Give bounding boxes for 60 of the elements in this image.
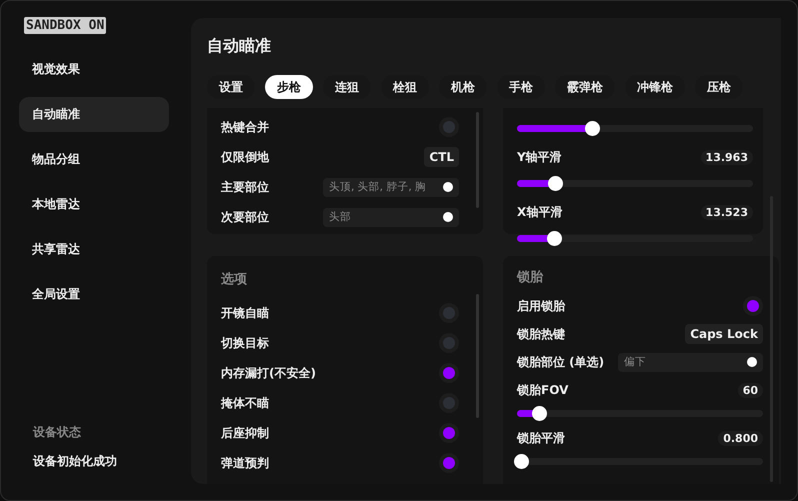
- slider-thumb[interactable]: [585, 121, 600, 136]
- toggle[interactable]: [439, 453, 459, 473]
- option-label: 锁胎FOV: [517, 382, 568, 398]
- option-label: 主要部位: [221, 178, 269, 196]
- tab[interactable]: 霰弹枪: [555, 75, 615, 99]
- toggle[interactable]: [439, 117, 459, 137]
- value-badge: 13.523: [700, 204, 753, 220]
- sidebar-item[interactable]: 自动瞄准: [19, 97, 169, 132]
- sidebar-item[interactable]: 视觉效果: [19, 52, 169, 87]
- option-label: 弹道预判: [221, 454, 269, 472]
- select-field[interactable]: 头部: [323, 208, 459, 226]
- option-label: X轴平滑: [517, 204, 562, 220]
- value-badge: 13.963: [700, 150, 753, 164]
- option-label: 启用锁胎: [517, 298, 565, 314]
- toggle[interactable]: [439, 393, 459, 413]
- panel-title: 选项: [221, 271, 248, 288]
- value-badge: 60: [738, 382, 763, 398]
- status-title: 设备状态: [33, 424, 82, 441]
- panel-title: 锁胎: [517, 269, 544, 286]
- tab[interactable]: 栓狙: [381, 75, 429, 99]
- tab[interactable]: 压枪: [695, 75, 743, 99]
- tab[interactable]: 连狙: [323, 75, 371, 99]
- page-title: 自动瞄准: [207, 36, 272, 57]
- slider-thumb[interactable]: [547, 231, 562, 246]
- tab[interactable]: 步枪: [265, 75, 313, 99]
- value-badge: 0.800: [718, 430, 763, 446]
- select-field[interactable]: 偏下: [618, 352, 763, 372]
- option-label: 仅限倒地: [221, 148, 269, 166]
- slider-thumb[interactable]: [532, 406, 547, 421]
- toggle[interactable]: [439, 333, 459, 353]
- tab[interactable]: 机枪: [439, 75, 487, 99]
- option-label: 锁胎热键: [517, 326, 565, 342]
- option-label: 锁胎平滑: [517, 430, 565, 446]
- option-label: 次要部位: [221, 208, 269, 226]
- hotkey-button[interactable]: CTL: [424, 147, 459, 167]
- tab[interactable]: 手枪: [497, 75, 545, 99]
- option-label: 开镜自瞄: [221, 304, 269, 322]
- option-label: 锁胎部位 (单选): [517, 354, 604, 370]
- tab[interactable]: 冲锋枪: [625, 75, 685, 99]
- toggle[interactable]: [439, 303, 459, 323]
- option-label: Y轴平滑: [517, 148, 562, 166]
- option-label: 掩体不瞄: [221, 394, 269, 412]
- option-label: 后座抑制: [221, 424, 269, 442]
- tab[interactable]: 设置: [207, 75, 255, 99]
- sidebar-item[interactable]: 共享雷达: [19, 232, 169, 267]
- sidebar-item[interactable]: 本地雷达: [19, 187, 169, 222]
- toggle[interactable]: [439, 423, 459, 443]
- slider-thumb[interactable]: [548, 176, 564, 191]
- sidebar-item[interactable]: 全局设置: [19, 277, 169, 312]
- toggle[interactable]: [743, 296, 763, 316]
- status-text: 设备初始化成功: [33, 453, 118, 470]
- slider-thumb[interactable]: [514, 454, 530, 469]
- hotkey-button[interactable]: Caps Lock: [685, 324, 763, 344]
- option-label: 热键合并: [221, 118, 269, 136]
- option-label: 内存漏打(不安全): [221, 364, 316, 382]
- option-label: 切换目标: [221, 334, 269, 352]
- toggle[interactable]: [439, 363, 459, 383]
- logo: SANDBOX ON: [24, 17, 106, 34]
- select-field[interactable]: 头顶, 头部, 脖子, 胸: [323, 178, 459, 196]
- sidebar-item[interactable]: 物品分组: [19, 142, 169, 177]
